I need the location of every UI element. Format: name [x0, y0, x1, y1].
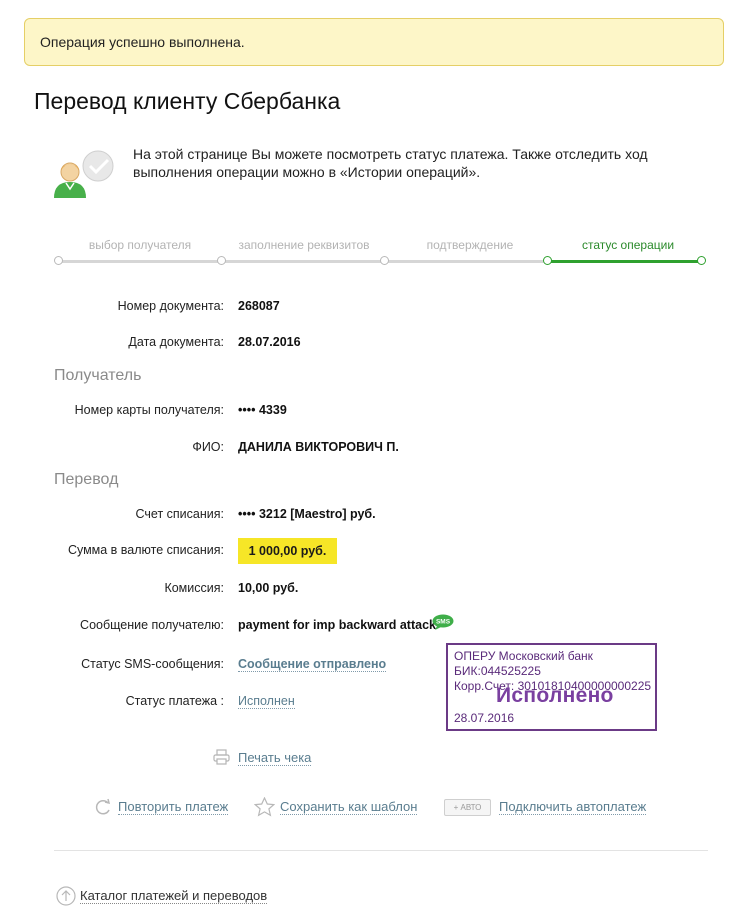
printer-icon — [213, 749, 230, 765]
catalog-link[interactable]: Каталог платежей и переводов — [80, 888, 268, 904]
up-arrow-icon — [56, 886, 76, 906]
sms-status-link[interactable]: Сообщение отправлено — [238, 657, 387, 672]
step-dot-2 — [217, 256, 226, 265]
message-label: Сообщение получателю: — [80, 618, 224, 632]
recipient-name-label: ФИО: — [192, 440, 224, 454]
payment-status-link[interactable]: Исполнен — [238, 694, 295, 709]
save-template-link[interactable]: Сохранить как шаблон — [280, 799, 418, 815]
print-receipt-button[interactable]: Печать чека — [213, 748, 323, 768]
message-row: Сообщение получателю: payment for imp ba… — [0, 618, 741, 638]
star-icon — [254, 797, 275, 817]
debit-account-label: Счет списания: — [135, 507, 224, 521]
document-number-row: Номер документа: 268087 — [0, 299, 741, 319]
repeat-payment-link[interactable]: Повторить платеж — [118, 799, 229, 815]
fee-value: 10,00 руб. — [238, 581, 299, 595]
stamp-status: Исполнено — [496, 684, 614, 707]
document-number-label: Номер документа: — [117, 299, 224, 313]
recipient-section-title: Получатель — [54, 367, 142, 384]
step-1-label: выбор получателя — [88, 238, 192, 252]
step-dot-4 — [543, 256, 552, 265]
stamp-date: 28.07.2016 — [454, 711, 515, 725]
transfer-section-title: Перевод — [54, 471, 119, 488]
sms-badge-text: SMS — [436, 619, 451, 626]
progress-steps: выбор получателя заполнение реквизитов п… — [54, 236, 710, 270]
amount-value: 1 000,00 руб. — [238, 538, 337, 564]
step-track-inactive — [58, 260, 550, 263]
auto-icon: + АВТО — [444, 799, 491, 816]
recipient-name-value: ДАНИЛА ВИКТОРОВИЧ П. — [238, 440, 399, 454]
document-date-value: 28.07.2016 — [238, 335, 301, 349]
fee-row: Комиссия: 10,00 руб. — [0, 581, 741, 601]
amount-label: Сумма в валюте списания: — [67, 543, 224, 557]
success-alert: Операция успешно выполнена. — [24, 18, 724, 66]
card-number-value: •••• 4339 — [238, 403, 287, 417]
debit-account-value: •••• 3212 [Maestro] руб. — [238, 507, 376, 521]
message-value: payment for imp backward attack — [238, 618, 436, 632]
divider — [54, 850, 708, 851]
step-dot-5 — [697, 256, 706, 265]
stamp-line-2: БИК:044525225 — [454, 664, 541, 678]
document-date-row: Дата документа: 28.07.2016 — [0, 335, 741, 355]
step-dot-1 — [54, 256, 63, 265]
sms-icon: SMS — [432, 614, 454, 630]
document-number-value: 268087 — [238, 299, 280, 313]
user-sberbank-icon — [54, 150, 114, 198]
amount-row: Сумма в валюте списания: — [0, 543, 741, 563]
payment-status-label: Статус платежа : — [125, 694, 224, 708]
bank-stamp: ОПЕРУ Московский банк БИК:044525225 Корр… — [446, 643, 657, 731]
card-number-row: Номер карты получателя: •••• 4339 — [0, 403, 741, 423]
sms-status-label: Статус SMS-сообщения: — [81, 657, 224, 671]
print-receipt-link[interactable]: Печать чека — [238, 750, 312, 766]
step-4-label: статус операции — [581, 238, 675, 252]
card-number-label: Номер карты получателя: — [74, 403, 224, 417]
save-template-button[interactable]: Сохранить как шаблон — [254, 797, 424, 817]
debit-account-row: Счет списания: •••• 3212 [Maestro] руб. — [0, 507, 741, 527]
step-3-label: подтверждение — [426, 238, 514, 252]
sms-status-value: Сообщение отправлено — [238, 657, 387, 672]
page-title: Перевод клиенту Сбербанка — [34, 88, 341, 114]
repeat-payment-button[interactable]: Повторить платеж — [94, 797, 234, 817]
recipient-name-row: ФИО: ДАНИЛА ВИКТОРОВИЧ П. — [0, 440, 741, 460]
intro-text: На этой странице Вы можете посмотреть ст… — [133, 146, 648, 180]
fee-label: Комиссия: — [164, 581, 224, 595]
repeat-icon — [95, 798, 111, 815]
step-track-active — [550, 260, 702, 263]
catalog-button[interactable]: Каталог платежей и переводов — [56, 886, 276, 906]
stamp-line-1: ОПЕРУ Московский банк — [454, 649, 593, 663]
connect-autopay-link[interactable]: Подключить автоплатеж — [499, 799, 647, 815]
alert-message: Операция успешно выполнена. — [40, 34, 245, 50]
document-date-label: Дата документа: — [128, 335, 224, 349]
connect-autopay-button[interactable]: + АВТО Подключить автоплатеж — [444, 797, 654, 817]
payment-status-value: Исполнен — [238, 694, 295, 709]
step-2-label: заполнение реквизитов — [238, 238, 370, 252]
step-dot-3 — [380, 256, 389, 265]
